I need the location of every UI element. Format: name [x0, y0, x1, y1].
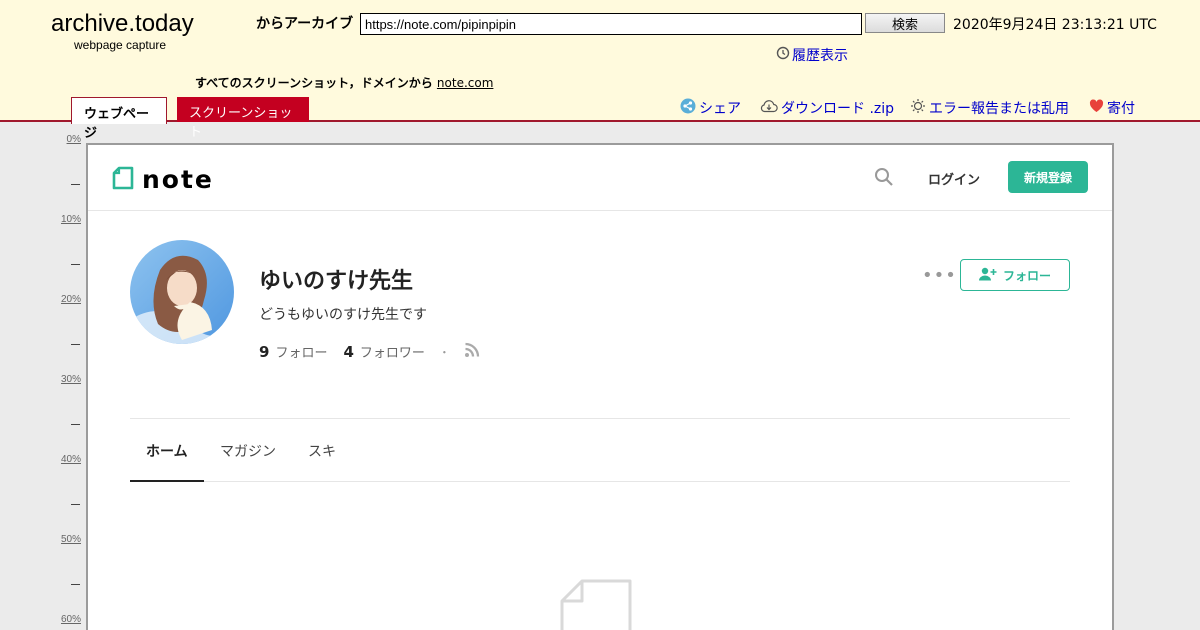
archive-from-label: からアーカイブ: [256, 16, 354, 32]
ruler-tick: [71, 184, 80, 185]
follower-label[interactable]: フォロワー: [360, 342, 425, 361]
share-icon: [680, 98, 696, 118]
report-label: エラー報告または乱用: [929, 101, 1069, 117]
follow-label[interactable]: フォロー: [275, 342, 327, 361]
note-logo-text: note: [142, 165, 214, 194]
donate-link[interactable]: 寄付: [1089, 98, 1135, 118]
profile-bio: どうもゆいのすけ先生です: [259, 307, 427, 323]
follow-button-label: フォロー: [1002, 268, 1051, 283]
ruler-tick: [71, 424, 80, 425]
search-button[interactable]: 検索: [865, 13, 945, 33]
ruler-label[interactable]: 20%: [61, 294, 81, 305]
archive-header: archive.today webpage capture からアーカイブ 検索…: [0, 0, 1200, 141]
active-tab-indicator: [130, 480, 204, 482]
cloud-download-icon: [760, 99, 778, 117]
all-screenshots-line: すべてのスクリーンショット，ドメインから note.com: [195, 74, 493, 91]
more-options-icon[interactable]: •••: [922, 265, 957, 286]
login-link[interactable]: ログイン: [928, 169, 980, 188]
ruler-tick: [71, 264, 80, 265]
history-link[interactable]: 履歴表示: [776, 45, 848, 65]
archive-logo-subtitle: webpage capture: [74, 38, 167, 52]
follow-count[interactable]: 9: [259, 343, 269, 361]
tab-magazine[interactable]: マガジン: [220, 441, 276, 461]
profile-name: ゆいのすけ先生: [259, 269, 414, 294]
ruler-tick: [71, 584, 80, 585]
note-header: note ログイン 新規登録: [88, 145, 1112, 211]
bulb-icon: [910, 98, 926, 118]
profile-tabs: ホーム マガジン スキ: [130, 437, 1070, 482]
add-user-icon: [978, 267, 997, 284]
ruler-label[interactable]: 10%: [61, 214, 81, 225]
archive-logo-title[interactable]: archive.today: [51, 10, 194, 38]
clock-icon: [776, 46, 790, 64]
note-logo[interactable]: note: [112, 165, 214, 194]
ruler-label[interactable]: 60%: [61, 614, 81, 625]
capture-date: 2020年9月24日 23:13:21 UTC: [953, 17, 1157, 33]
history-label: 履歴表示: [792, 48, 848, 64]
ruler-label[interactable]: 0%: [67, 134, 81, 145]
avatar: [130, 240, 234, 344]
share-label: シェア: [699, 101, 741, 117]
ruler-label[interactable]: 30%: [61, 374, 81, 385]
tab-home[interactable]: ホーム: [146, 441, 188, 461]
download-label: ダウンロード .zip: [781, 101, 895, 117]
donate-label: 寄付: [1107, 101, 1135, 117]
ruler-label[interactable]: 40%: [61, 454, 81, 465]
download-link[interactable]: ダウンロード .zip: [760, 98, 894, 118]
ruler-tick: [71, 344, 80, 345]
url-input[interactable]: [360, 13, 862, 35]
follower-count[interactable]: 4: [343, 343, 353, 361]
scroll-ruler: 0% 10% 20% 30% 40% 50% 60%: [0, 124, 84, 630]
heart-icon: [1089, 99, 1104, 117]
empty-document-icon: [558, 579, 638, 630]
all-screenshots-label: すべてのスクリーンショット，ドメインから: [195, 76, 433, 90]
note-logo-icon: [112, 166, 134, 194]
ruler-tick: [71, 504, 80, 505]
ruler-label[interactable]: 50%: [61, 534, 81, 545]
rss-icon[interactable]: [464, 341, 481, 362]
tab-suki[interactable]: スキ: [308, 441, 336, 461]
signup-button[interactable]: 新規登録: [1008, 161, 1088, 193]
tab-screenshot[interactable]: スクリーンショット: [177, 97, 309, 140]
all-screenshots-domain-link[interactable]: note.com: [437, 76, 493, 90]
share-link[interactable]: シェア: [680, 98, 741, 118]
search-icon[interactable]: [874, 167, 894, 191]
captured-page-frame: note ログイン 新規登録 ゆいのすけ先生 どうもゆいのすけ先生です 9 フォ…: [86, 143, 1114, 630]
profile-stats: 9 フォロー 4 フォロワー ・: [259, 341, 481, 362]
divider: [130, 418, 1070, 419]
report-link[interactable]: エラー報告または乱用: [910, 98, 1069, 118]
follow-button[interactable]: フォロー: [960, 259, 1070, 291]
tab-webpage[interactable]: ウェブページ: [71, 97, 167, 141]
